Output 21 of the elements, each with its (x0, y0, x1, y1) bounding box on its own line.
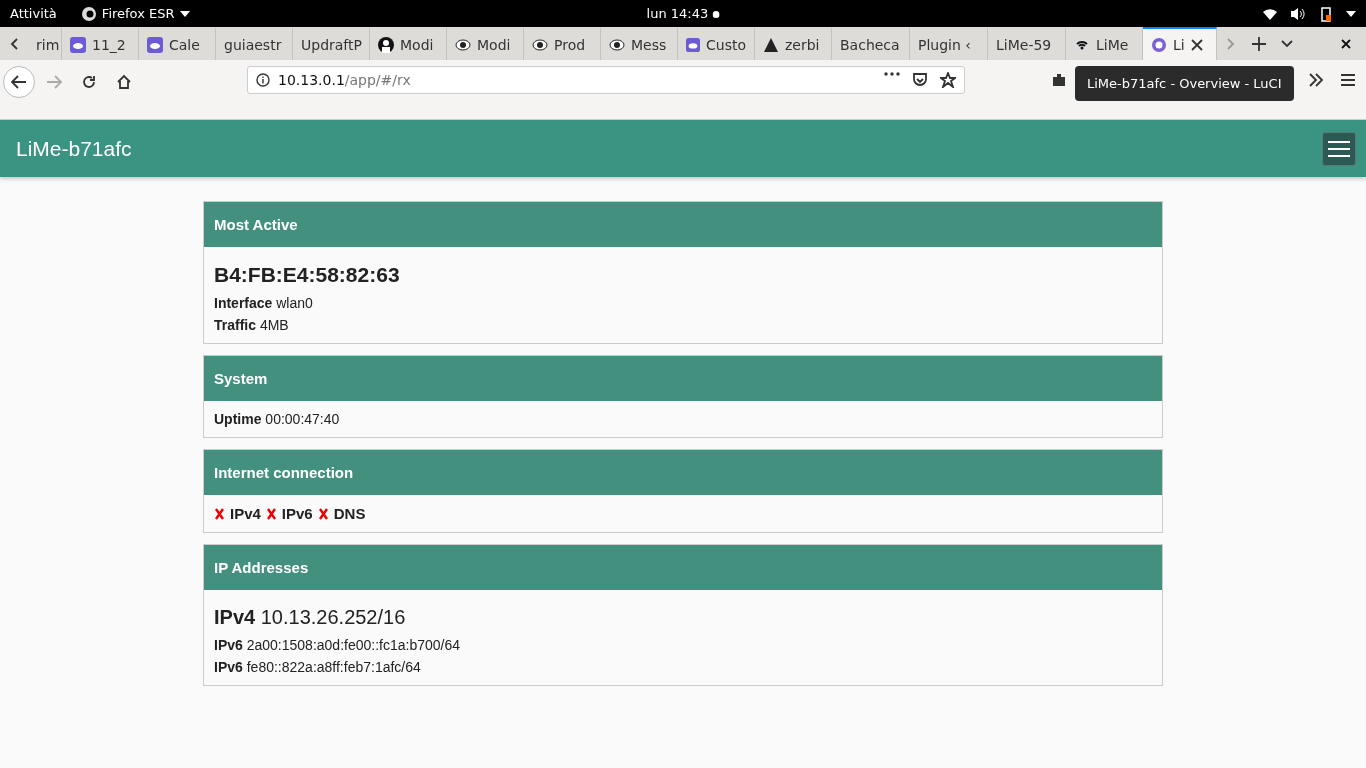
check-label: DNS (333, 505, 366, 522)
info-line: Uptime 00:00:47:40 (214, 411, 341, 427)
card-title: Internet connection (204, 450, 1162, 495)
card-title: System (204, 356, 1162, 401)
clock[interactable]: lun 14:43 (646, 6, 720, 21)
app-menu[interactable]: Firefox ESR (80, 5, 190, 22)
activities-label[interactable]: Attività (10, 6, 57, 21)
ipv6-address: IPv6 2a00:1508:a0d:fe00::fc1a:b700/64 (214, 637, 461, 653)
site-title: LiMe-b71afc (16, 136, 132, 161)
browser-tab[interactable]: Li (1143, 27, 1217, 60)
ipv4-address: IPv4 10.13.26.252/16 (214, 606, 407, 629)
card-title: Most Active (204, 202, 1162, 247)
card-title: IP Addresses (204, 545, 1162, 590)
address-field[interactable]: 10.13.0.1/app/#/rx (247, 66, 965, 94)
info-line: Interface wlan0 (214, 295, 314, 311)
tooltip: LiMe-b71afc - Overview - LuCI (1075, 66, 1294, 101)
mac-address: B4:FB:E4:58:82:63 (214, 263, 401, 287)
info-line: Traffic 4MB (214, 317, 290, 333)
check-label: IPv6 (281, 505, 313, 522)
ipv6-address: IPv6 fe80::822a:a8ff:feb7:1afc/64 (214, 659, 422, 675)
check-label: IPv4 (230, 505, 261, 522)
